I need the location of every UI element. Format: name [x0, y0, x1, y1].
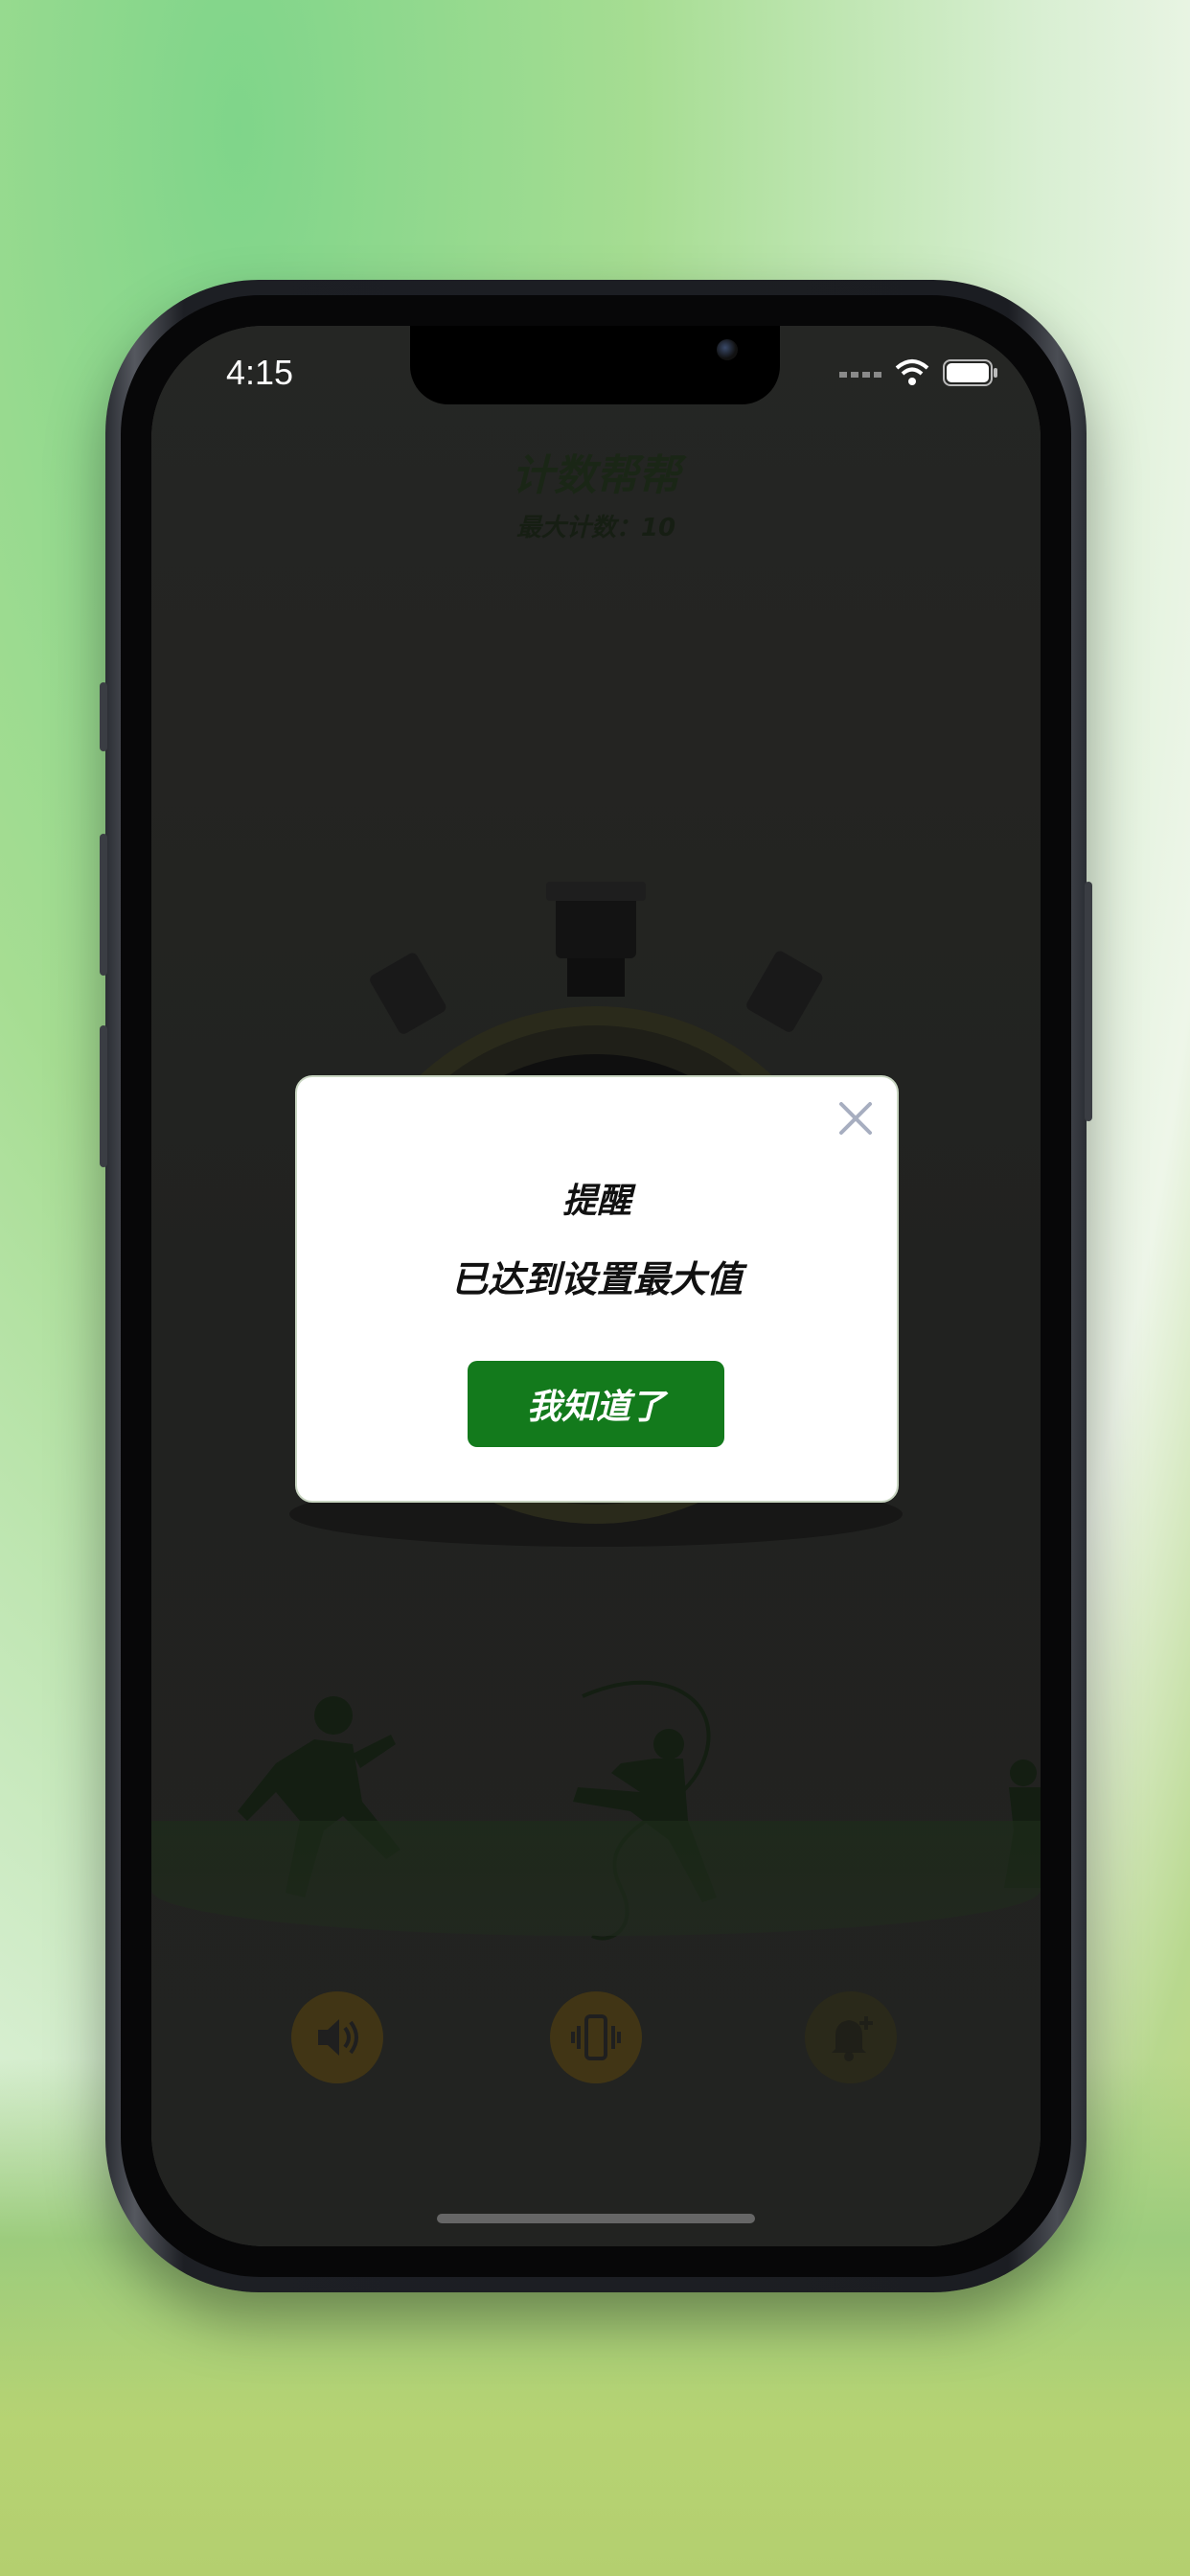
volume-up-button	[100, 834, 107, 976]
mute-switch	[100, 682, 107, 751]
confirm-button[interactable]: 我知道了	[468, 1361, 724, 1447]
camera-icon	[717, 339, 738, 360]
phone-screen: 计数帮帮 最大计数：10 4:15 提醒 已达到设置最大值 我知道了	[151, 326, 1041, 2246]
dialog-title: 提醒	[561, 1182, 631, 1221]
dialog-message: 已达到设置最大值	[450, 1258, 743, 1300]
status-icons	[839, 358, 998, 387]
volume-down-button	[100, 1025, 107, 1167]
cellular-signal-icon	[839, 372, 881, 378]
wifi-icon	[895, 359, 929, 385]
alert-dialog: 提醒 已达到设置最大值 我知道了	[295, 1075, 899, 1503]
notch	[410, 326, 780, 404]
battery-icon	[943, 359, 997, 386]
status-time: 4:15	[226, 353, 294, 392]
close-icon[interactable]	[835, 1098, 876, 1138]
power-button	[1085, 882, 1092, 1121]
phone-bezel: 计数帮帮 最大计数：10 4:15 提醒 已达到设置最大值 我知道了	[121, 295, 1071, 2277]
phone-frame: 计数帮帮 最大计数：10 4:15 提醒 已达到设置最大值 我知道了	[100, 280, 1092, 2292]
